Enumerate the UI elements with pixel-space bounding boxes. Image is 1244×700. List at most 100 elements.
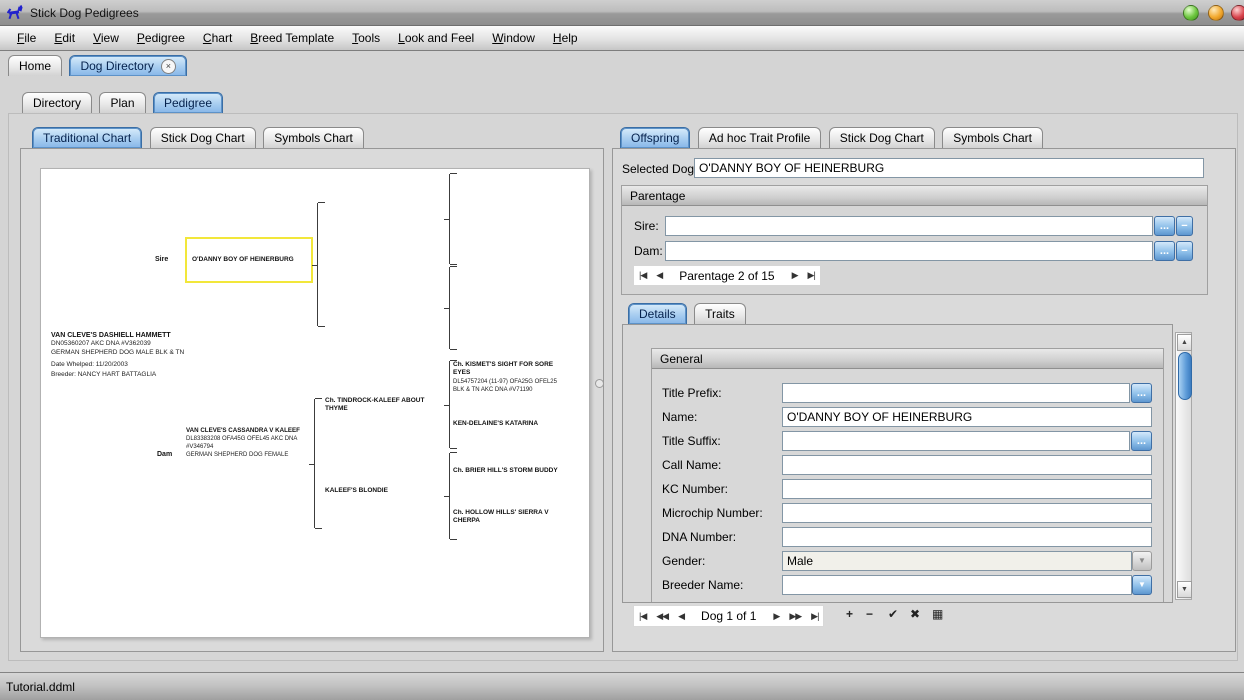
tab-directory[interactable]: Directory	[22, 92, 92, 113]
sire-field[interactable]	[665, 216, 1153, 236]
selected-dog-field[interactable]	[694, 158, 1204, 178]
tab-plan[interactable]: Plan	[99, 92, 145, 113]
parentage-prev-icon[interactable]: ◀	[651, 270, 667, 281]
menu-bar: File Edit View Pedigree Chart Breed Temp…	[0, 26, 1244, 51]
menu-help[interactable]: Help	[544, 28, 587, 48]
dam-dam-name[interactable]: KALEEF'S BLONDIE	[325, 487, 437, 495]
details-scrollbar[interactable]: ▲ ▼	[1175, 332, 1192, 600]
gender-dropdown-icon: ▼	[1132, 551, 1152, 571]
tab-stick-dog-chart-left[interactable]: Stick Dog Chart	[150, 127, 256, 148]
sire-remove-button[interactable]: −	[1176, 216, 1193, 236]
record-last-icon[interactable]: ▶|	[806, 611, 823, 622]
tab-symbols-chart-right[interactable]: Symbols Chart	[942, 127, 1043, 148]
tab-symbols-chart-left[interactable]: Symbols Chart	[263, 127, 364, 148]
menu-pedigree[interactable]: Pedigree	[128, 28, 194, 48]
title-suffix-lookup-button[interactable]: ...	[1131, 431, 1152, 451]
record-rewind-icon[interactable]: ◀◀	[651, 611, 673, 622]
tab-dog-directory[interactable]: Dog Directory ×	[69, 55, 186, 76]
tab-stick-dog-chart-right[interactable]: Stick Dog Chart	[829, 127, 935, 148]
parentage-next-icon[interactable]: ▶	[787, 270, 803, 281]
main-tab-bar: Home Dog Directory ×	[8, 55, 190, 77]
name-input[interactable]	[782, 407, 1152, 427]
gender-combo	[782, 551, 1132, 571]
record-ffwd-icon[interactable]: ▶▶	[784, 611, 806, 622]
parentage-last-icon[interactable]: ▶|	[803, 270, 820, 281]
minimize-button[interactable]	[1183, 5, 1199, 21]
app-dog-icon	[7, 4, 24, 21]
chart-tab-bar: Traditional Chart Stick Dog Chart Symbol…	[32, 127, 367, 149]
menu-chart[interactable]: Chart	[194, 28, 241, 48]
tab-traits[interactable]: Traits	[694, 303, 746, 324]
dna-number-input[interactable]	[782, 527, 1152, 547]
title-suffix-input[interactable]	[782, 431, 1130, 451]
menu-breed-template[interactable]: Breed Template	[241, 28, 343, 48]
record-delete-icon[interactable]: −	[866, 607, 873, 621]
right-tab-bar: Offspring Ad hoc Trait Profile Stick Dog…	[620, 127, 1046, 149]
gender-label: Gender:	[662, 554, 705, 568]
pedigree-chart-page[interactable]: Sire O'DANNY BOY OF HEINERBURG VAN CLEVE…	[40, 168, 590, 638]
dam-sire-name[interactable]: Ch. TINDROCK-KALEEF ABOUT THYME	[325, 397, 437, 414]
tab-ad-hoc-trait-profile[interactable]: Ad hoc Trait Profile	[698, 127, 821, 148]
tab-offspring[interactable]: Offspring	[620, 127, 690, 148]
record-next-icon[interactable]: ▶	[768, 611, 784, 622]
kc-number-label: KC Number:	[662, 482, 728, 496]
record-prev-icon[interactable]: ◀	[673, 611, 689, 622]
tab-details[interactable]: Details	[628, 303, 687, 324]
microchip-number-input[interactable]	[782, 503, 1152, 523]
kc-number-input[interactable]	[782, 479, 1152, 499]
scroll-up-icon[interactable]: ▲	[1177, 334, 1192, 351]
title-prefix-input[interactable]	[782, 383, 1130, 403]
tab-home[interactable]: Home	[8, 55, 62, 76]
parentage-first-icon[interactable]: |◀	[634, 270, 651, 281]
record-navigator: |◀ ◀◀ ◀ Dog 1 of 1 ▶ ▶▶ ▶|	[633, 605, 824, 627]
great-grandparent-name[interactable]: Ch. BRIER HILL'S STORM BUDDY	[453, 467, 567, 475]
title-prefix-label: Title Prefix:	[662, 386, 722, 400]
status-filename: Tutorial.ddml	[6, 680, 75, 694]
record-cancel-icon[interactable]: ✖	[910, 607, 920, 621]
dam-field[interactable]	[665, 241, 1153, 261]
breeder-name-dropdown-icon[interactable]: ▼	[1132, 575, 1152, 595]
great-grandparent-name[interactable]: KEN-DELAINE'S KATARINA	[453, 420, 567, 428]
pedigree-bracket	[449, 267, 450, 349]
great-grandparent-block[interactable]: Ch. KISMET'S SIGHT FOR SORE EYES DL54757…	[453, 361, 567, 394]
maximize-button[interactable]	[1208, 5, 1224, 21]
dam-block[interactable]: VAN CLEVE'S CASSANDRA V KALEEF DL8338320…	[186, 427, 311, 459]
pedigree-bracket	[314, 399, 315, 528]
record-commit-icon[interactable]: ✔	[888, 607, 898, 621]
parentage-navigator: |◀ ◀ Parentage 2 of 15 ▶ ▶|	[634, 266, 820, 285]
close-button[interactable]	[1231, 5, 1244, 21]
call-name-input[interactable]	[782, 455, 1152, 475]
scroll-down-icon[interactable]: ▼	[1177, 581, 1192, 598]
tab-close-icon[interactable]: ×	[161, 59, 176, 74]
title-bar: Stick Dog Pedigrees	[0, 0, 1244, 26]
splitter-handle[interactable]	[595, 379, 604, 388]
dam-remove-button[interactable]: −	[1176, 241, 1193, 261]
window-title: Stick Dog Pedigrees	[30, 6, 139, 20]
pedigree-bracket	[317, 203, 318, 326]
general-header: General	[652, 349, 1163, 369]
selected-sire-box[interactable]: O'DANNY BOY OF HEINERBURG	[185, 237, 313, 283]
dam-lookup-button[interactable]: ...	[1154, 241, 1175, 261]
app-window: Stick Dog Pedigrees File Edit View Pedig…	[0, 0, 1244, 700]
subject-dog-block[interactable]: VAN CLEVE'S DASHIELL HAMMETT DN05360207 …	[51, 331, 251, 380]
dam-field-label: Dam:	[634, 244, 663, 258]
tab-pedigree[interactable]: Pedigree	[153, 92, 223, 113]
record-grid-icon[interactable]: ▦	[932, 607, 943, 621]
tab-traditional-chart[interactable]: Traditional Chart	[32, 127, 142, 148]
breeder-name-combo[interactable]	[782, 575, 1132, 595]
pedigree-bracket	[449, 174, 450, 264]
title-prefix-lookup-button[interactable]: ...	[1131, 383, 1152, 403]
pedigree-bracket	[449, 453, 450, 539]
menu-edit[interactable]: Edit	[45, 28, 84, 48]
menu-window[interactable]: Window	[483, 28, 544, 48]
sire-lookup-button[interactable]: ...	[1154, 216, 1175, 236]
record-add-icon[interactable]: +	[846, 607, 853, 621]
menu-view[interactable]: View	[84, 28, 128, 48]
great-grandparent-name[interactable]: Ch. HOLLOW HILLS' SIERRA V CHERPA	[453, 509, 561, 526]
record-first-icon[interactable]: |◀	[634, 611, 651, 622]
menu-file[interactable]: File	[8, 28, 45, 48]
menu-tools[interactable]: Tools	[343, 28, 389, 48]
menu-look-and-feel[interactable]: Look and Feel	[389, 28, 483, 48]
selected-dog-label: Selected Dog:	[622, 162, 697, 176]
scrollbar-thumb[interactable]	[1178, 352, 1192, 400]
